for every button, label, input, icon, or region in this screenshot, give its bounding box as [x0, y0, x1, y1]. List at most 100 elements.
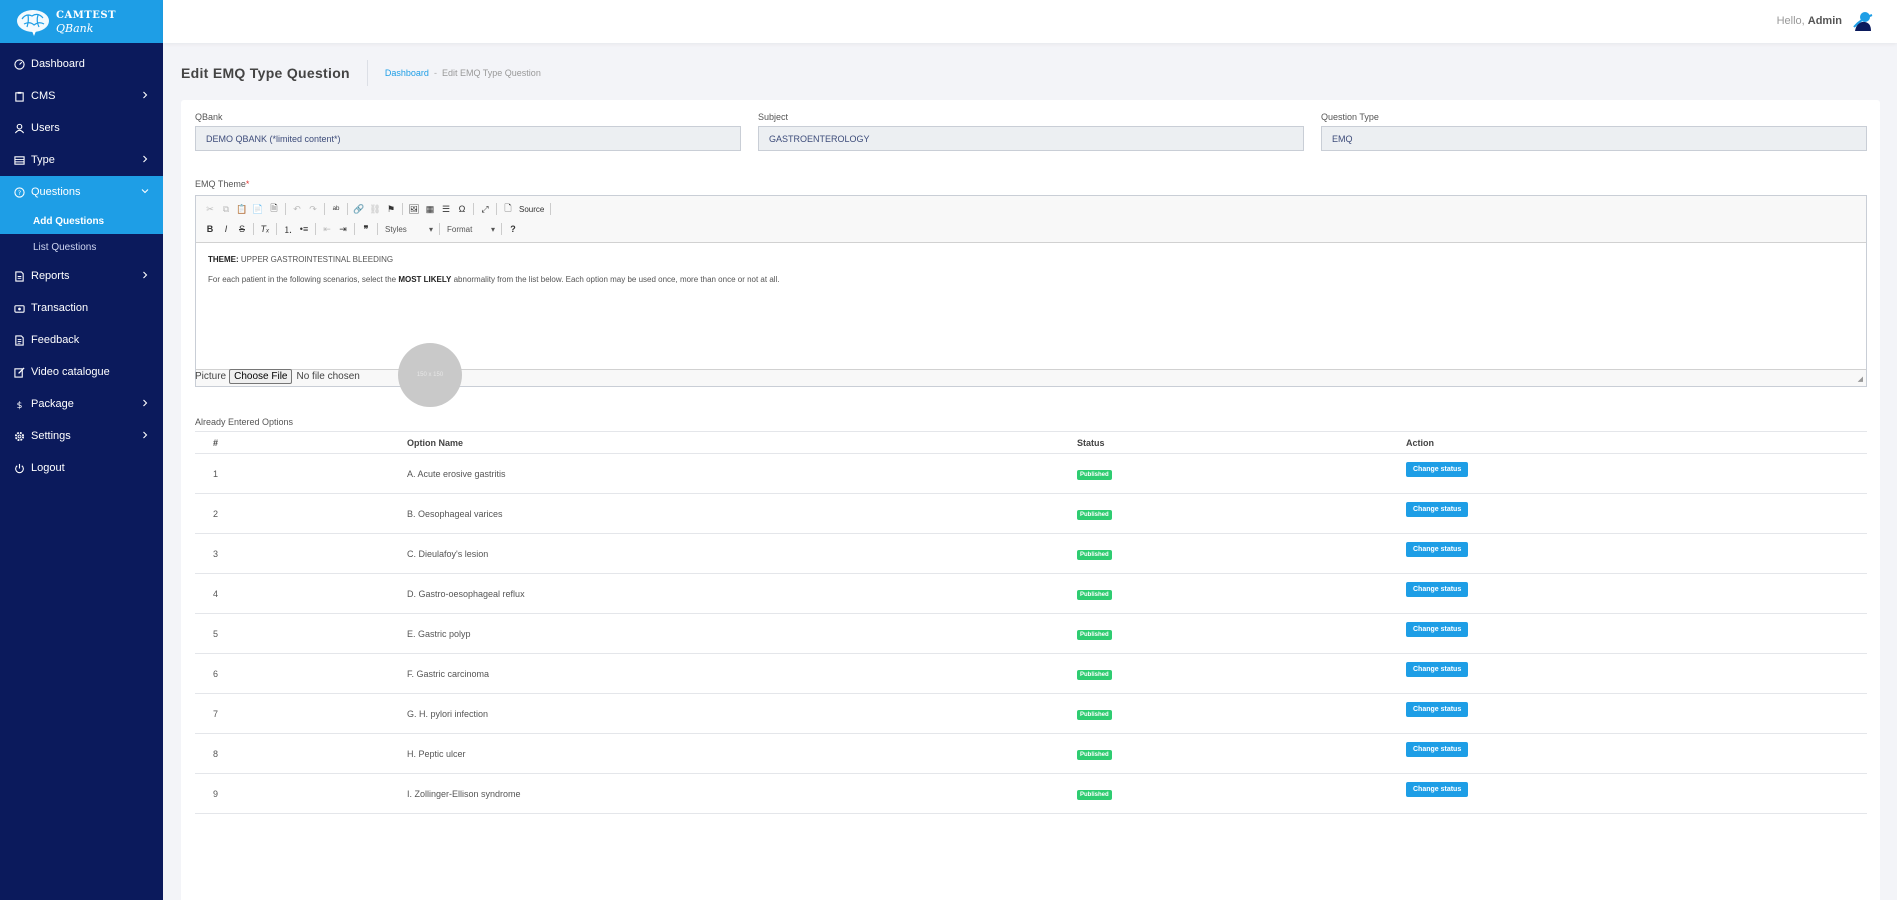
format-dropdown[interactable]: Format ▾: [443, 222, 498, 236]
numbered-list-icon[interactable]: ⒈: [280, 221, 296, 237]
sidebar-item-transaction[interactable]: Transaction: [0, 292, 163, 324]
paste-text-icon[interactable]: 📄: [250, 201, 266, 217]
option-name: F. Gastric carcinoma: [407, 653, 1077, 694]
user-greeting[interactable]: Hello, Admin: [1777, 15, 1842, 27]
spellcheck-icon[interactable]: ᵃᵇ: [328, 201, 344, 217]
bold-icon[interactable]: B: [202, 221, 218, 237]
options-table: # Option Name Status Action 1 A. Acute er…: [195, 431, 1867, 814]
report-icon: [12, 269, 26, 283]
maximize-icon[interactable]: ⤢: [477, 201, 493, 217]
action-cell: Change status: [1406, 733, 1867, 774]
required-mark: *: [245, 179, 250, 189]
special-char-icon[interactable]: Ω: [454, 201, 470, 217]
status-cell: Published: [1077, 613, 1406, 654]
greeting-text: Hello,: [1776, 15, 1805, 27]
status-cell: Published: [1077, 453, 1406, 494]
anchor-flag-icon[interactable]: ⚑: [383, 201, 399, 217]
sidebar-item-settings[interactable]: Settings: [0, 420, 163, 452]
picture-upload: Picture Choose File No file chosen: [195, 366, 360, 386]
undo-icon[interactable]: ↶: [289, 201, 305, 217]
sidebar-item-video-catalogue[interactable]: Video catalogue: [0, 356, 163, 388]
change-status-button[interactable]: Change status: [1406, 702, 1469, 717]
bulleted-list-icon[interactable]: •≡: [296, 221, 312, 237]
source-button[interactable]: Source: [516, 205, 547, 214]
subject-input[interactable]: [758, 126, 1304, 151]
source-icon[interactable]: 🗋: [500, 201, 516, 217]
question-form-card: QBank Subject Question Type EMQ Theme* ✂…: [181, 100, 1880, 900]
paste-word-icon[interactable]: 🗎: [266, 201, 282, 217]
change-status-button[interactable]: Change status: [1406, 462, 1469, 477]
sidebar-item-users[interactable]: Users: [0, 112, 163, 144]
styles-dropdown[interactable]: Styles ▾: [381, 222, 436, 236]
redo-icon[interactable]: ↷: [305, 201, 321, 217]
change-status-button[interactable]: Change status: [1406, 742, 1469, 757]
change-status-button[interactable]: Change status: [1406, 502, 1469, 517]
resize-handle-icon[interactable]: ◢: [1858, 375, 1863, 383]
change-status-button[interactable]: Change status: [1406, 662, 1469, 677]
sidebar-item-label: Video catalogue: [31, 366, 110, 378]
action-cell: Change status: [1406, 613, 1867, 654]
sidebar-item-package[interactable]: $ Package: [0, 388, 163, 420]
chevron-right-icon: [141, 430, 149, 442]
indent-icon[interactable]: ⇥: [335, 221, 351, 237]
qbank-label: QBank: [195, 112, 223, 122]
help-icon[interactable]: ?: [505, 221, 521, 237]
strikethrough-icon[interactable]: S: [234, 221, 250, 237]
sidebar-subitem-list-questions[interactable]: List Questions: [0, 234, 163, 260]
table-row: 9 I. Zollinger-Ellison syndrome Published C…: [195, 773, 1867, 814]
sidebar-item-cms[interactable]: CMS: [0, 80, 163, 112]
feedback-icon: [12, 333, 26, 347]
user-name: Admin: [1807, 15, 1842, 27]
sidebar-item-questions[interactable]: ? Questions: [0, 176, 163, 208]
choose-file-button[interactable]: Choose File: [229, 368, 293, 384]
paste-icon[interactable]: 📋: [234, 201, 250, 217]
option-name: B. Oesophageal varices: [407, 493, 1077, 534]
instr-bold: MOST LIKELY: [398, 275, 452, 284]
horizontal-line-icon[interactable]: ☰: [438, 201, 454, 217]
sidebar-subitem-add-questions[interactable]: Add Questions: [0, 208, 163, 234]
col-action: Action: [1406, 431, 1867, 454]
remove-format-icon[interactable]: Tₓ: [257, 221, 273, 237]
cut-icon[interactable]: ✂: [202, 201, 218, 217]
sidebar-item-logout[interactable]: Logout: [0, 452, 163, 484]
sidebar-item-type[interactable]: Type: [0, 144, 163, 176]
question-type-field: Question Type: [1321, 112, 1867, 151]
brand-line1: CAMTEST: [56, 9, 117, 21]
table-row: 1 A. Acute erosive gastritis Published Chan…: [195, 453, 1867, 494]
chevron-right-icon: [141, 90, 149, 102]
sidebar-item-dashboard[interactable]: Dashboard: [0, 48, 163, 80]
change-status-button[interactable]: Change status: [1406, 622, 1469, 637]
unlink-icon[interactable]: ⛓: [367, 201, 383, 217]
blockquote-icon[interactable]: ❞: [358, 221, 374, 237]
sidebar-item-label: Logout: [31, 462, 65, 474]
change-status-button[interactable]: Change status: [1406, 542, 1469, 557]
copy-icon[interactable]: ⧉: [218, 201, 234, 217]
action-cell: Change status: [1406, 493, 1867, 534]
table-row: 7 G. H. pylori infection Published Change s…: [195, 693, 1867, 734]
list-icon: [12, 153, 26, 167]
chevron-right-icon: [141, 398, 149, 410]
instr-post: abnormality from the list below. Each op…: [451, 275, 780, 284]
sidebar-item-feedback[interactable]: Feedback: [0, 324, 163, 356]
row-number: 6: [195, 653, 407, 694]
italic-icon[interactable]: I: [218, 221, 234, 237]
chevron-right-icon: [141, 154, 149, 166]
change-status-button[interactable]: Change status: [1406, 582, 1469, 597]
image-icon[interactable]: 🖼: [406, 201, 422, 217]
breadcrumb-dashboard[interactable]: Dashboard: [385, 68, 429, 78]
sidebar-item-reports[interactable]: Reports: [0, 260, 163, 292]
sidebar-submenu-questions: Add Questions List Questions: [0, 208, 163, 260]
logo[interactable]: CAMTEST QBank: [0, 0, 163, 43]
outdent-icon[interactable]: ⇤: [319, 221, 335, 237]
table-row: 3 C. Dieulafoy's lesion Published Change st…: [195, 533, 1867, 574]
avatar-icon[interactable]: [1851, 9, 1875, 33]
status-badge: Published: [1077, 669, 1112, 680]
link-icon[interactable]: 🔗: [351, 201, 367, 217]
sidebar-item-label: Transaction: [31, 302, 89, 314]
sidebar-nav: Dashboard CMS Users Type? Questions Add Quest…: [0, 43, 163, 484]
table-icon[interactable]: ▦: [422, 201, 438, 217]
question-type-input[interactable]: [1321, 126, 1867, 151]
qbank-input[interactable]: [195, 126, 741, 151]
change-status-button[interactable]: Change status: [1406, 782, 1469, 797]
instr-pre: For each patient in the following scenar…: [208, 275, 399, 284]
